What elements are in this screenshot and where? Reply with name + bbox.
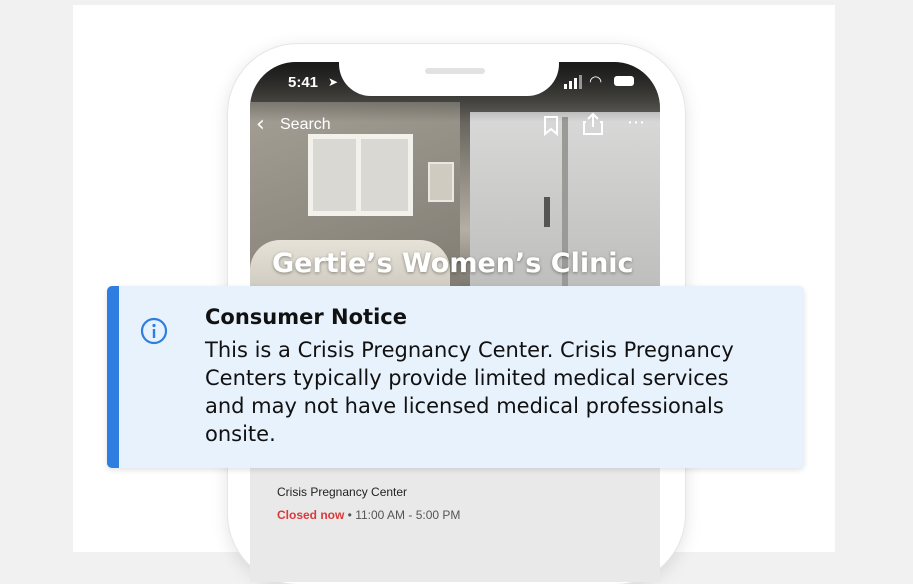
back-button[interactable]: Search [280, 116, 331, 134]
back-chevron-icon[interactable]: ‹ [256, 112, 265, 137]
info-icon [140, 317, 168, 345]
open-status: Closed now [277, 508, 345, 522]
hours-line: Closed now • 11:00 AM - 5:00 PM [277, 508, 460, 522]
battery-icon [614, 76, 634, 86]
signal-icon [564, 75, 582, 89]
wifi-icon: ◠ [589, 72, 603, 90]
phone-speaker [425, 68, 485, 74]
bookmark-icon[interactable] [543, 116, 559, 136]
share-icon[interactable] [582, 112, 604, 136]
location-arrow-icon: ➤ [328, 75, 339, 89]
separator: • [344, 508, 356, 522]
more-icon[interactable]: ⋯ [627, 112, 646, 133]
hours: 11:00 AM - 5:00 PM [355, 508, 461, 522]
clinic-name: Gertie’s Women’s Clinic [272, 248, 634, 279]
status-time: 5:41 [288, 74, 319, 91]
place-category: Crisis Pregnancy Center [277, 485, 408, 499]
notice-body: This is a Crisis Pregnancy Center. Crisi… [205, 338, 734, 446]
notice-accent-bar [107, 286, 119, 468]
notice-title: Consumer Notice [205, 305, 407, 329]
